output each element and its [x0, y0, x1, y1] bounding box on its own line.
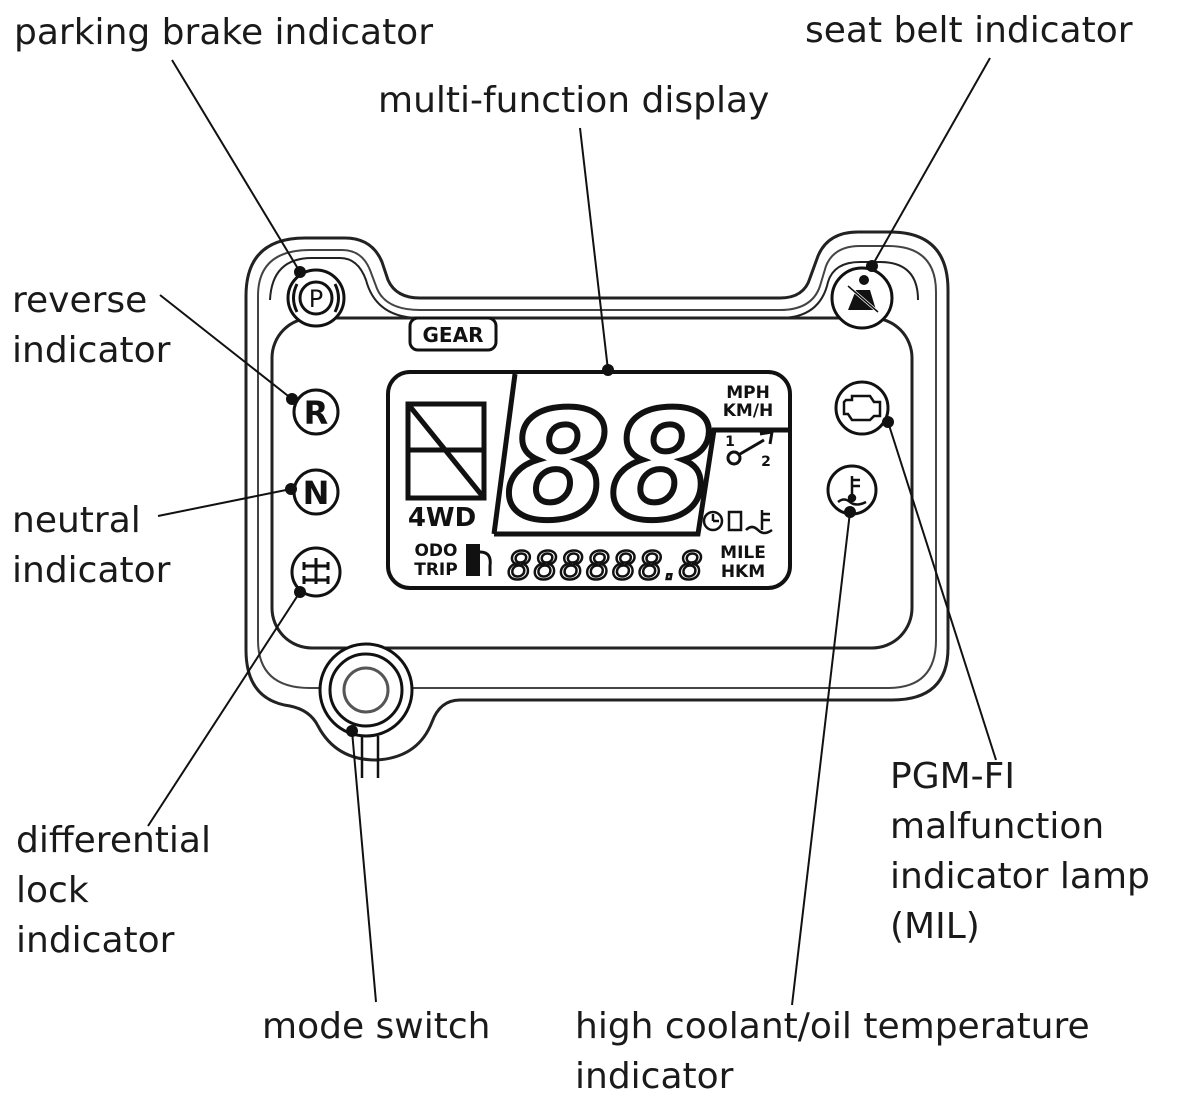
fuel-pump-icon [466, 544, 492, 576]
speed-unit-mph: MPH [726, 383, 770, 403]
maintenance-2: 2 [761, 454, 771, 470]
check-engine-icon [834, 380, 890, 436]
cluster-drawing: GEAR 4WD 88 MPH KM/H 1 2 ODO TRIP 888888… [147, 57, 997, 1006]
speed-digits: 88 [506, 380, 715, 554]
svg-text:P: P [309, 285, 323, 313]
distance-unit-hkm: HKM [721, 562, 765, 582]
svg-text:R: R [304, 394, 329, 432]
neutral-indicator-icon: N [292, 468, 340, 516]
svg-text:N: N [303, 474, 330, 512]
distance-unit-mile: MILE [720, 543, 766, 563]
coolant-temperature-icon [826, 464, 878, 516]
parking-brake-icon: P [286, 268, 346, 328]
mode-switch-button [318, 642, 414, 778]
fuel-level-icon [727, 510, 743, 532]
temperature-small-icon [745, 510, 773, 535]
odo-label: ODO [414, 541, 457, 561]
gear-badge: GEAR [423, 323, 484, 347]
seat-belt-icon [830, 266, 894, 330]
drive-mode-4wd: 4WD [408, 503, 476, 533]
trip-label: TRIP [414, 560, 457, 580]
instrument-cluster-diagram: parking brake indicator seat belt indica… [0, 0, 1179, 1097]
reverse-indicator-icon: R [292, 388, 340, 436]
odometer-digits: 888888.8 [507, 544, 704, 588]
speed-unit-kmh: KM/H [723, 401, 774, 421]
differential-lock-icon [290, 546, 342, 598]
maintenance-1: 1 [725, 434, 735, 450]
gear-position-segment [405, 401, 487, 501]
